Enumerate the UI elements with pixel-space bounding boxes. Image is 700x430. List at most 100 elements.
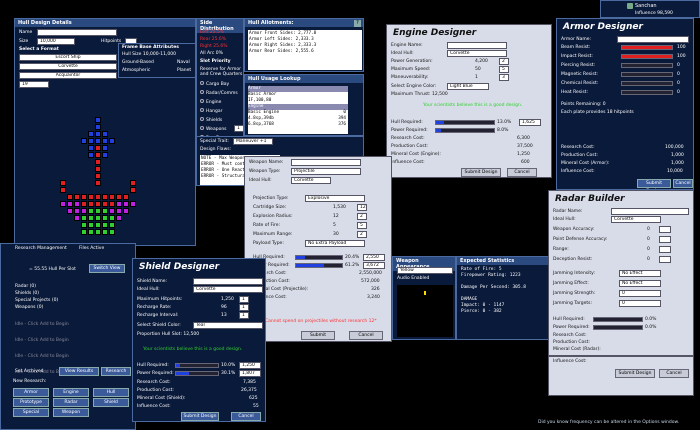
shield-cancel-button[interactable]: Cancel: [231, 412, 261, 421]
hull-cell[interactable]: [102, 194, 108, 200]
armor-cancel-button[interactable]: Cancel: [673, 179, 693, 188]
hull-cell[interactable]: [109, 194, 115, 200]
jamming-value[interactable]: No Effect: [619, 270, 661, 277]
engine-hull-select[interactable]: Corvette: [447, 50, 507, 57]
hull-cell[interactable]: [102, 152, 108, 158]
hull-grid[interactable]: [45, 97, 155, 237]
planet-option[interactable]: Planet: [177, 68, 191, 73]
role-select[interactable]: Acquaintor: [19, 72, 117, 79]
slot-priority-option[interactable]: Radar/Comms: [200, 90, 238, 96]
radar-field-step[interactable]: [659, 226, 671, 233]
weapon-color-select[interactable]: Yellow: [397, 267, 453, 274]
list-shields[interactable]: Shields (0): [15, 291, 39, 296]
weapon-field-step[interactable]: 2: [357, 213, 367, 220]
hull-cell[interactable]: [88, 208, 94, 214]
hull-cell[interactable]: [109, 201, 115, 207]
hull-cell[interactable]: [102, 131, 108, 137]
hull-cell[interactable]: [95, 222, 101, 228]
shield-field-step[interactable]: 1: [239, 296, 249, 303]
armor-field-bar[interactable]: [621, 63, 673, 68]
radar-field-step[interactable]: [659, 256, 671, 263]
hull-cell[interactable]: [102, 145, 108, 151]
hull-cell[interactable]: [102, 229, 108, 235]
hull-cell[interactable]: [95, 159, 101, 165]
hull-cell[interactable]: [95, 117, 101, 123]
hull-cell[interactable]: [60, 201, 66, 207]
engine-name-input[interactable]: [447, 42, 507, 49]
engine-submit-button[interactable]: Submit Design: [461, 168, 501, 177]
radar-field-step[interactable]: [659, 236, 671, 243]
hull-cell[interactable]: [81, 229, 87, 235]
hull-cell[interactable]: [88, 145, 94, 151]
armor-field-bar[interactable]: [621, 72, 673, 77]
hull-cell[interactable]: [60, 187, 66, 193]
engine-cancel-button[interactable]: Cancel: [507, 168, 537, 177]
idle-slot[interactable]: Idle - Click Add to Begin: [15, 338, 69, 343]
shield-name-input[interactable]: [193, 278, 263, 285]
hull-cell[interactable]: [81, 201, 87, 207]
naval-option[interactable]: Naval: [177, 60, 190, 65]
ground-option[interactable]: Ground-Based: [122, 60, 154, 65]
class-select[interactable]: Corvette: [19, 63, 117, 70]
slot-priority-option[interactable]: Weapons: [200, 126, 227, 132]
hull-cell[interactable]: [95, 215, 101, 221]
switch-view-button[interactable]: Switch View: [89, 264, 125, 273]
research-category-button[interactable]: Prototype: [13, 398, 49, 407]
hull-cell[interactable]: [74, 194, 80, 200]
hull-cell[interactable]: [88, 229, 94, 235]
hull-cell[interactable]: [81, 194, 87, 200]
hull-cell[interactable]: [81, 215, 87, 221]
hull-cell[interactable]: [95, 152, 101, 158]
hull-cell[interactable]: [116, 215, 122, 221]
hull-cell[interactable]: [116, 201, 122, 207]
hull-cell[interactable]: [109, 222, 115, 228]
hull-cell[interactable]: [109, 208, 115, 214]
hull-cell[interactable]: [95, 194, 101, 200]
special-trait-value[interactable]: Maneuver +1: [233, 138, 273, 145]
slot-priority-num[interactable]: 1: [234, 125, 243, 132]
weapon-hull-select[interactable]: Corvette: [291, 177, 331, 184]
list-radar[interactable]: Radar (0): [15, 284, 36, 289]
hull-cell[interactable]: [95, 166, 101, 172]
idle-slot[interactable]: Idle - Click Add to Begin: [15, 354, 69, 359]
slot-priority-option[interactable]: Cargo Bay: [200, 81, 229, 87]
hull-cell[interactable]: [95, 173, 101, 179]
hull-cell[interactable]: [67, 201, 73, 207]
research-category-button[interactable]: Special: [13, 408, 49, 417]
hull-cell[interactable]: [102, 201, 108, 207]
hull-cell[interactable]: [95, 180, 101, 186]
armor-field-bar[interactable]: [621, 90, 673, 95]
jamming-value[interactable]: 0: [619, 290, 661, 297]
set-archived[interactable]: Set Archived: [15, 369, 44, 374]
weapon-submit-button[interactable]: Submit: [301, 331, 335, 340]
weapon-cancel-button[interactable]: Cancel: [349, 331, 383, 340]
hull-cell[interactable]: [88, 201, 94, 207]
shield-color-select[interactable]: Teal: [193, 322, 263, 329]
research-category-button[interactable]: Radar: [53, 398, 89, 407]
hull-cell[interactable]: [74, 208, 80, 214]
hull-cell[interactable]: [102, 222, 108, 228]
hull-name-input[interactable]: [37, 29, 117, 36]
hull-cell[interactable]: [81, 222, 87, 228]
weapon-type-select[interactable]: Projectile: [291, 168, 361, 175]
slot-priority-reserve[interactable]: Reserve for Armor and Crew Quarters: [200, 67, 243, 77]
idle-slot[interactable]: Idle - Click Add to Begin: [15, 322, 69, 327]
usage-row[interactable]: 6.8sp,3768 376: [248, 122, 348, 128]
armor-submit-button[interactable]: Submit Design: [637, 179, 671, 188]
weapon-field-step[interactable]: 5: [357, 222, 367, 229]
radar-name-input[interactable]: [611, 208, 689, 215]
research-category-button[interactable]: Hull: [93, 388, 129, 397]
view-results-button[interactable]: View Results: [59, 367, 99, 376]
audio-enabled[interactable]: Audio Enabled: [397, 276, 429, 281]
armor-field-bar[interactable]: [621, 45, 673, 50]
shield-field-step[interactable]: 1: [239, 304, 249, 311]
armor-field-bar[interactable]: [621, 81, 673, 86]
shield-submit-button[interactable]: Submit Design: [181, 412, 219, 421]
hull-cell[interactable]: [88, 152, 94, 158]
hull-cell[interactable]: [130, 187, 136, 193]
hull-cell[interactable]: [88, 222, 94, 228]
radar-cancel-button[interactable]: Cancel: [659, 369, 689, 378]
research-category-button[interactable]: Armor: [13, 388, 49, 397]
hull-cell[interactable]: [130, 180, 136, 186]
hull-cell[interactable]: [95, 131, 101, 137]
